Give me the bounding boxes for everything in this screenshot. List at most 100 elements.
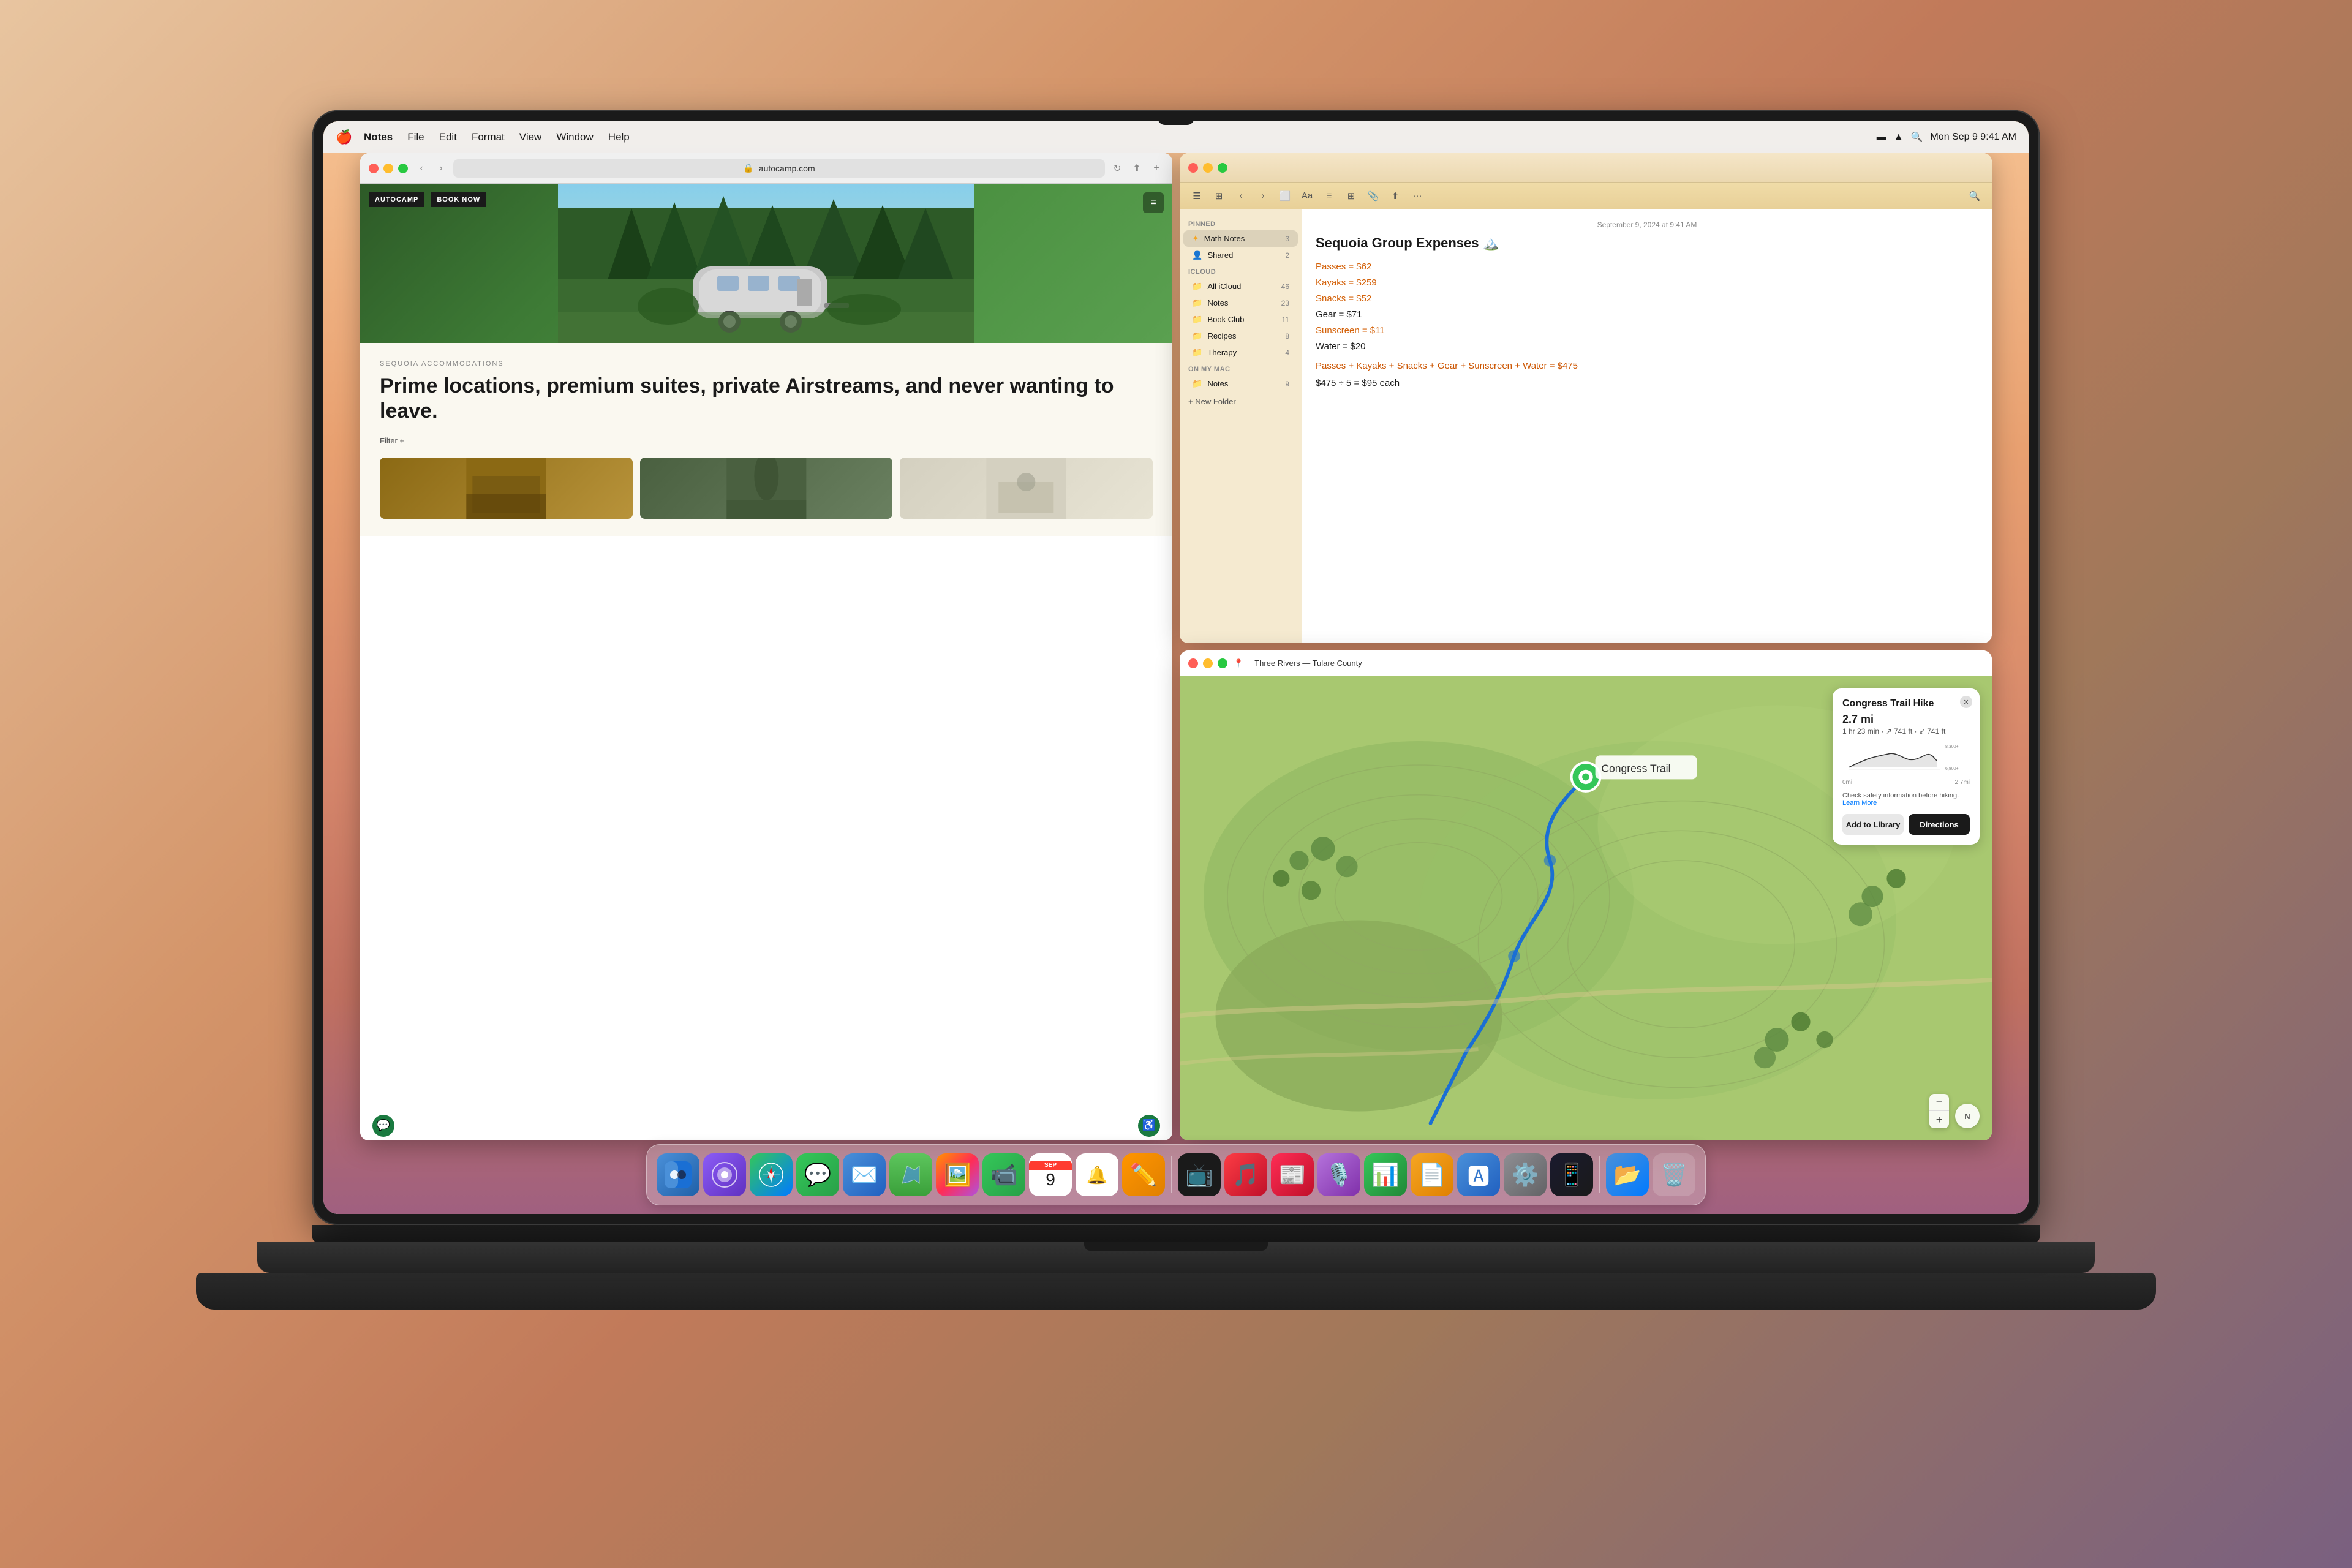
dock-appletv[interactable]: 📺 [1178,1153,1221,1196]
add-to-library-button[interactable]: Add to Library [1842,814,1904,835]
notes-sidebar-toggle[interactable]: ☰ [1188,187,1205,205]
dock-launchpad[interactable] [703,1153,746,1196]
safari-close-button[interactable] [369,164,379,173]
notes-folder-allicloud[interactable]: 📁 All iCloud 46 [1183,278,1298,295]
safari-filter[interactable]: Filter + [380,436,1153,445]
notes-folder-math[interactable]: ✦ Math Notes 3 [1183,230,1298,247]
dock-calendar[interactable]: SEP 9 [1029,1153,1072,1196]
safari-chat-button[interactable]: 💬 [372,1115,394,1137]
notes-more-btn[interactable]: ··· [1409,187,1426,205]
note-title[interactable]: Sequoia Group Expenses 🏔️ [1316,235,1978,251]
local-notes-icon: 📁 [1192,379,1202,389]
macbook-base [257,1242,2095,1273]
notes-list-btn[interactable]: ≡ [1321,187,1338,205]
dock-numbers[interactable]: 📊 [1364,1153,1407,1196]
dock-finder[interactable] [657,1153,699,1196]
dock-separator-2 [1599,1156,1600,1193]
safari-share-button[interactable]: ⬆ [1129,161,1144,176]
hike-details: 1 hr 23 min · ↗ 741 ft · ↙ 741 ft [1842,727,1970,736]
safari-headline: Prime locations, premium suites, private… [380,374,1153,424]
notes-folder-notes[interactable]: 📁 Notes 23 [1183,295,1298,311]
safari-new-tab-button[interactable]: + [1149,161,1164,176]
bookclub-label: Book Club [1207,315,1276,324]
hike-learn-more-link[interactable]: Learn More [1842,799,1877,807]
menubar-app-name[interactable]: Notes [358,129,399,146]
menubar-view[interactable]: View [513,129,548,146]
dock-system-settings[interactable]: ⚙️ [1504,1153,1547,1196]
menubar-search-icon[interactable]: 🔍 [1911,131,1923,143]
notes-folder-recipes[interactable]: 📁 Recipes 8 [1183,328,1298,344]
notes-attach-btn[interactable]: 📎 [1365,187,1382,205]
notes-folder-therapy[interactable]: 📁 Therapy 4 [1183,344,1298,361]
new-folder-button[interactable]: + New Folder [1180,392,1302,411]
notes-box-btn[interactable]: ⬜ [1276,187,1294,205]
menubar-format[interactable]: Format [466,129,511,146]
dock-mail[interactable]: ✉️ [843,1153,886,1196]
dock-photos[interactable]: 🖼️ [936,1153,979,1196]
directions-button[interactable]: Directions [1909,814,1970,835]
map-zoom-minus-button[interactable]: − [1929,1094,1949,1111]
safari-reload-button[interactable]: ↻ [1110,161,1125,176]
safari-accessibility-button[interactable]: ♿ [1138,1115,1160,1137]
safari-menu-icon[interactable]: ≡ [1143,192,1164,213]
dock-appstore[interactable]: 🅰 [1457,1153,1500,1196]
apple-menu-icon[interactable]: 🍎 [336,129,353,146]
maps-fullscreen-button[interactable] [1218,658,1227,668]
maps-minimize-button[interactable] [1203,658,1213,668]
notes-back-btn[interactable]: ‹ [1232,187,1250,205]
dock-freeform[interactable]: ✏️ [1122,1153,1165,1196]
hike-loss: 741 ft [1927,727,1945,736]
dock-reminders[interactable]: 🔔 [1076,1153,1118,1196]
notes-font-btn[interactable]: Aa [1298,187,1316,205]
menubar-right: ▬ ▲ 🔍 Mon Sep 9 9:41 AM [1877,131,2016,143]
dock-music[interactable]: 🎵 [1224,1153,1267,1196]
maps-close-button[interactable] [1188,658,1198,668]
safari-forward-button[interactable]: › [434,161,448,176]
book-now-button[interactable]: BOOK NOW [431,192,486,207]
notes-search-btn[interactable]: 🔍 [1966,187,1983,205]
map-zoom-controls: − + [1929,1094,1949,1128]
dock-maps[interactable] [889,1153,932,1196]
safari-url-bar[interactable]: 🔒 autocamp.com [453,159,1105,178]
notes-forward-btn[interactable]: › [1254,187,1272,205]
menubar-file[interactable]: File [401,129,430,146]
menubar-help[interactable]: Help [602,129,636,146]
notes-fullscreen-button[interactable] [1218,163,1227,173]
dock-separator [1171,1156,1172,1193]
dock-news[interactable]: 📰 [1271,1153,1314,1196]
notes-folder-shared[interactable]: 👤 Shared 2 [1183,247,1298,263]
notes-body: PINNED ✦ Math Notes 3 👤 Shared [1180,209,1992,643]
therapy-icon: 📁 [1192,347,1202,358]
shared-count: 2 [1285,251,1289,260]
notes-close-button[interactable] [1188,163,1198,173]
notes-folder-local[interactable]: 📁 Notes 9 [1183,375,1298,392]
dock-messages[interactable]: 💬 [796,1153,839,1196]
hike-gain: 741 ft [1894,727,1912,736]
bookclub-icon: 📁 [1192,314,1202,325]
dock-pages[interactable]: 📄 [1411,1153,1453,1196]
notes-minimize-button[interactable] [1203,163,1213,173]
dock-safari[interactable] [750,1153,793,1196]
dock-trash[interactable]: 🗑️ [1653,1153,1695,1196]
safari-content: AUTOCAMP BOOK NOW ≡ SEQUOIA ACCOMMODATIO… [360,184,1172,1110]
dock-iphone-mirroring[interactable]: 📱 [1550,1153,1593,1196]
hike-card-close-button[interactable]: ✕ [1960,696,1972,708]
notes-view-toggle[interactable]: ⊞ [1210,187,1227,205]
safari-fullscreen-button[interactable] [398,164,408,173]
map-zoom-plus-button[interactable]: + [1929,1111,1949,1128]
dock-facetime[interactable]: 📹 [982,1153,1025,1196]
dock-podcasts[interactable]: 🎙️ [1317,1153,1360,1196]
safari-minimize-button[interactable] [383,164,393,173]
map-background[interactable]: Congress Trail [1180,676,1992,1140]
safari-back-button[interactable]: ‹ [414,161,429,176]
menubar-window[interactable]: Window [550,129,599,146]
icloud-header: iCloud [1180,263,1302,278]
notes-table-btn[interactable]: ⊞ [1343,187,1360,205]
menubar-edit[interactable]: Edit [433,129,463,146]
sequoia-section-label: SEQUOIA ACCOMMODATIONS [380,360,1153,368]
map-compass: N [1955,1104,1980,1128]
notes-share-btn[interactable]: ⬆ [1387,187,1404,205]
maps-traffic-lights [1188,658,1227,668]
dock-files[interactable]: 📂 [1606,1153,1649,1196]
notes-folder-bookclub[interactable]: 📁 Book Club 11 [1183,311,1298,328]
